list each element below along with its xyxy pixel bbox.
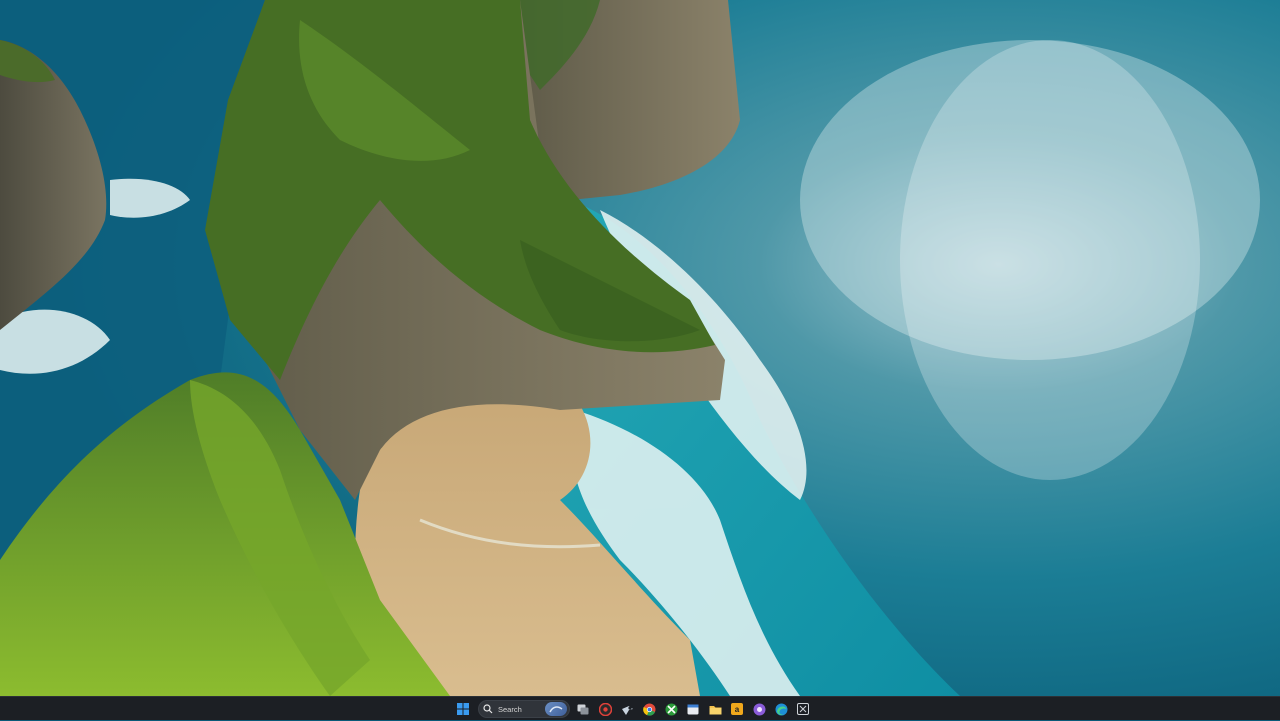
edge-icon [775, 703, 787, 715]
taskbar-app-steam[interactable] [616, 698, 638, 720]
taskbar-app-red[interactable] [594, 698, 616, 720]
windows-logo-icon [457, 703, 469, 715]
task-view-icon [577, 704, 589, 714]
taskbar-app-snipping-tool[interactable] [792, 698, 814, 720]
snip-icon [797, 703, 809, 715]
search-icon [483, 703, 494, 715]
taskbar-app-xbox[interactable] [660, 698, 682, 720]
wallpaper-image [0, 0, 1280, 696]
folder-icon [709, 705, 721, 714]
search-input[interactable] [498, 704, 548, 714]
taskbar-app-amazon[interactable]: a [726, 698, 748, 720]
search-highlight-icon [545, 702, 567, 716]
taskbar-app-file-explorer[interactable] [704, 698, 726, 720]
start-button[interactable] [452, 698, 474, 720]
taskbar-app-calendar[interactable] [682, 698, 704, 720]
calendar-app-icon [687, 704, 699, 715]
steam-icon [621, 705, 633, 715]
chrome-icon [642, 703, 655, 716]
taskbar-app-purple[interactable] [748, 698, 770, 720]
task-view-button[interactable] [572, 698, 594, 720]
taskbar-app-chrome[interactable] [638, 698, 660, 720]
desktop-wallpaper [0, 0, 1280, 696]
amazon-app-icon: a [731, 703, 743, 715]
taskbar: a [0, 696, 1280, 720]
purple-app-icon [753, 703, 765, 715]
red-app-icon [598, 702, 612, 716]
svg-text:a: a [735, 705, 740, 714]
taskbar-search-box[interactable] [478, 700, 570, 718]
xbox-icon [665, 703, 677, 715]
taskbar-app-edge[interactable] [770, 698, 792, 720]
taskbar-center: a [452, 697, 814, 721]
